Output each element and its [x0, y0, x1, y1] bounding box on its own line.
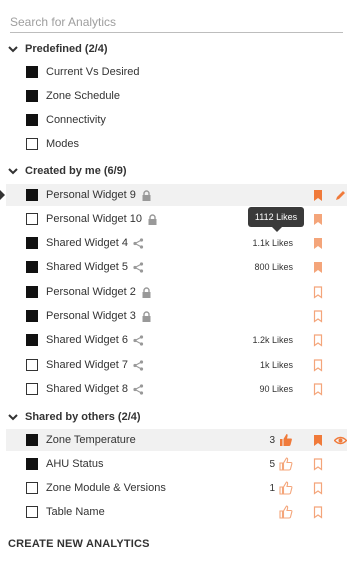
list-item[interactable]: Personal Widget 3 [0, 305, 353, 327]
lock-icon [141, 189, 152, 201]
checkbox[interactable] [26, 286, 38, 298]
bookmark-icon[interactable] [313, 213, 323, 226]
likes-count: 1 [269, 482, 275, 494]
item-label: Connectivity [46, 114, 106, 126]
item-label: Zone Temperature [46, 434, 136, 446]
checkbox[interactable] [26, 383, 38, 395]
checkbox[interactable] [26, 189, 38, 201]
share-icon [133, 359, 144, 371]
share-icon [133, 261, 144, 273]
list-item[interactable]: Zone Schedule [0, 85, 353, 107]
section-title: Created by me (6/9) [25, 165, 127, 177]
bookmark-outline-icon[interactable] [313, 358, 323, 372]
item-label: Shared Widget 5 [46, 261, 128, 273]
chevron-down-icon[interactable] [7, 165, 19, 177]
checkbox[interactable] [26, 138, 38, 150]
checkbox[interactable] [26, 66, 38, 78]
bookmark-icon[interactable] [313, 434, 323, 447]
bookmark-outline-icon[interactable] [313, 481, 323, 495]
section-title: Shared by others (2/4) [25, 411, 141, 423]
lock-icon [147, 213, 158, 225]
likes-count: 90 Likes [259, 384, 293, 394]
bookmark-icon[interactable] [313, 237, 323, 250]
likes-count: 1.1k Likes [252, 238, 293, 248]
checkbox[interactable] [26, 434, 38, 446]
checkbox[interactable] [26, 334, 38, 346]
item-label: Shared Widget 4 [46, 237, 128, 249]
checkbox[interactable] [26, 310, 38, 322]
bookmark-outline-icon[interactable] [313, 505, 323, 519]
checkbox[interactable] [26, 261, 38, 273]
bookmark-outline-icon[interactable] [313, 333, 323, 347]
checkbox[interactable] [26, 237, 38, 249]
chevron-down-icon[interactable] [7, 43, 19, 55]
list-item[interactable]: Shared Widget 8 90 Likes [0, 378, 353, 400]
item-label: Personal Widget 9 [46, 189, 136, 201]
selected-indicator [0, 190, 5, 200]
item-label: Personal Widget 10 [46, 213, 142, 225]
likes-count: 800 Likes [254, 262, 293, 272]
likes-count: 1.2k Likes [252, 335, 293, 345]
checkbox[interactable] [26, 482, 38, 494]
item-label: Shared Widget 7 [46, 359, 128, 371]
section-shared-by-others[interactable]: Shared by others (2/4) [0, 407, 353, 427]
item-label: Shared Widget 8 [46, 383, 128, 395]
lock-icon [141, 286, 152, 298]
thumbs-up-outline-icon[interactable] [279, 505, 293, 519]
bookmark-outline-icon[interactable] [313, 382, 323, 396]
list-item[interactable]: Shared Widget 7 1k Likes [0, 354, 353, 376]
chevron-down-icon[interactable] [7, 411, 19, 423]
list-item[interactable]: Personal Widget 9 [6, 184, 347, 206]
item-label: Zone Module & Versions [46, 482, 166, 494]
list-item[interactable]: Table Name [0, 501, 353, 523]
section-created-by-me[interactable]: Created by me (6/9) [0, 161, 353, 181]
checkbox[interactable] [26, 359, 38, 371]
checkbox[interactable] [26, 213, 38, 225]
thumbs-up-outline-icon[interactable] [279, 481, 293, 495]
list-item[interactable]: AHU Status 5 [0, 453, 353, 475]
list-item[interactable]: Personal Widget 2 [0, 281, 353, 303]
checkbox[interactable] [26, 458, 38, 470]
bookmark-icon[interactable] [313, 261, 323, 274]
item-label: Zone Schedule [46, 90, 120, 102]
lock-icon [141, 310, 152, 322]
list-item[interactable]: Connectivity [0, 109, 353, 131]
list-item[interactable]: Shared Widget 4 1.1k Likes [0, 232, 353, 254]
item-label: Modes [46, 138, 80, 150]
item-label: Shared Widget 6 [46, 334, 128, 346]
bookmark-outline-icon[interactable] [313, 309, 323, 323]
list-item[interactable]: Shared Widget 6 1.2k Likes [0, 329, 353, 351]
list-item[interactable]: Zone Temperature 3 [6, 429, 347, 451]
checkbox[interactable] [26, 90, 38, 102]
thumbs-up-outline-icon[interactable] [279, 457, 293, 471]
search-input[interactable] [10, 12, 343, 33]
thumbs-up-icon[interactable] [279, 433, 293, 447]
share-icon [133, 334, 144, 346]
item-label: Personal Widget 3 [46, 310, 136, 322]
list-item[interactable]: Zone Module & Versions 1 [0, 477, 353, 499]
list-item[interactable]: Shared Widget 5 800 Likes [0, 256, 353, 278]
likes-count: 3 [269, 434, 275, 446]
section-predefined[interactable]: Predefined (2/4) [0, 39, 353, 59]
list-item[interactable]: Modes [0, 133, 353, 155]
section-title: Predefined (2/4) [25, 43, 108, 55]
checkbox[interactable] [26, 114, 38, 126]
list-item[interactable]: Current Vs Desired [0, 61, 353, 83]
item-label: Personal Widget 2 [46, 286, 136, 298]
checkbox[interactable] [26, 506, 38, 518]
bookmark-outline-icon[interactable] [313, 457, 323, 471]
share-icon [133, 383, 144, 395]
share-icon [133, 237, 144, 249]
likes-count: 5 [269, 458, 275, 470]
item-label: Current Vs Desired [46, 66, 140, 78]
likes-tooltip: 1112 Likes [248, 207, 304, 232]
edit-icon[interactable] [334, 189, 347, 202]
likes-count: 1k Likes [259, 360, 293, 370]
bookmark-icon[interactable] [313, 189, 323, 202]
item-label: AHU Status [46, 458, 104, 470]
create-new-analytics-button[interactable]: CREATE NEW ANALYTICS [8, 538, 150, 550]
item-label: Table Name [46, 506, 105, 518]
bookmark-outline-icon[interactable] [313, 285, 323, 299]
eye-icon[interactable] [334, 434, 347, 447]
